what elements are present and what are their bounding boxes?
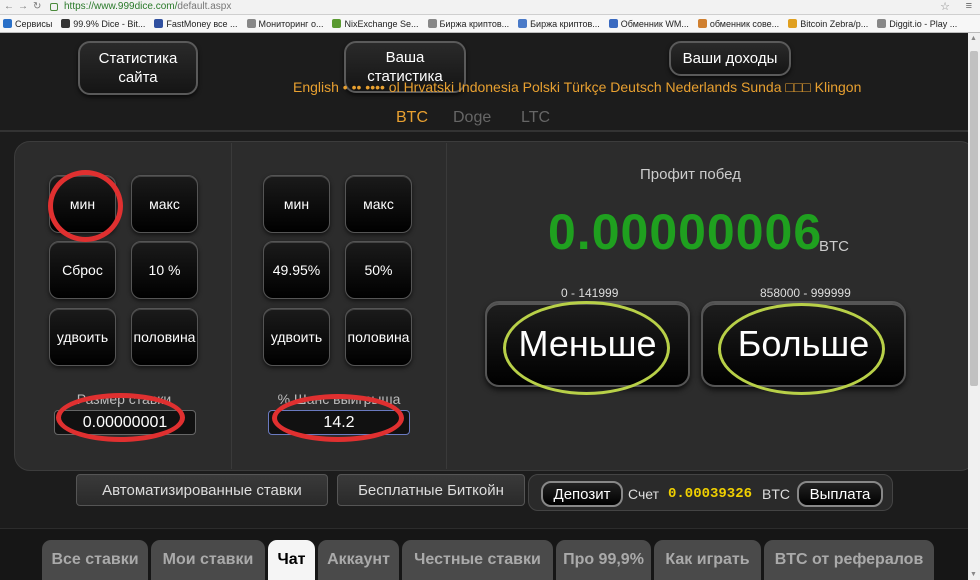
currency-tab-doge[interactable]: Doge bbox=[453, 109, 491, 127]
chance-50-button[interactable]: 50% bbox=[345, 241, 412, 299]
low-range: 0 - 141999 bbox=[561, 286, 619, 300]
bookmark-item[interactable]: Мониторинг о... bbox=[246, 18, 324, 29]
bookmark-item[interactable]: FastMoney все ... bbox=[154, 18, 238, 29]
bookmark-favicon-icon bbox=[154, 19, 164, 28]
scrollbar-thumb[interactable] bbox=[970, 51, 978, 386]
bookmark-item[interactable]: Сервисы bbox=[3, 19, 52, 29]
bookmark-label: Биржа криптов... bbox=[439, 18, 510, 29]
bookmark-label: Мониторинг о... bbox=[258, 18, 324, 29]
panel-divider bbox=[231, 143, 232, 469]
tab-chat[interactable]: Чат bbox=[268, 540, 315, 580]
site-stats-label: Статистика сайта bbox=[98, 49, 178, 87]
browser-address-bar: ← → ↻ https://www.999dice.com/default.as… bbox=[0, 0, 980, 15]
roll-low-button[interactable]: Меньше bbox=[485, 301, 690, 387]
url-path: default.aspx bbox=[177, 1, 232, 12]
bookmark-item[interactable]: Обменник WM... bbox=[608, 18, 689, 29]
bookmark-item[interactable]: Биржа криптов... bbox=[518, 19, 600, 29]
bookmark-favicon-icon bbox=[697, 19, 707, 28]
tab-about[interactable]: Про 99,9% bbox=[556, 540, 651, 580]
currency-tab-btc[interactable]: BTC bbox=[396, 109, 428, 127]
balance-value: 0.00039326 bbox=[668, 486, 753, 502]
tab-account[interactable]: Аккаунт bbox=[318, 540, 399, 580]
bet-max-button[interactable]: макс bbox=[131, 175, 198, 233]
bookmark-item[interactable]: 99.9% Dice - Bit... bbox=[61, 19, 145, 29]
withdraw-button[interactable]: Выплата bbox=[797, 481, 883, 507]
chance-min-button[interactable]: мин bbox=[263, 175, 330, 233]
bookmark-label: 99.9% Dice - Bit... bbox=[73, 18, 146, 29]
language-list[interactable]: English • •• •••• ol Hrvatski Indonesia … bbox=[293, 79, 861, 95]
chance-label: % Шанс выигрыша bbox=[277, 391, 401, 407]
bookmark-label: обменник сове... bbox=[709, 18, 780, 29]
tab-my-bets[interactable]: Мои ставки bbox=[151, 540, 265, 580]
scroll-up-icon[interactable]: ▲ bbox=[970, 35, 977, 42]
chance-half-button[interactable]: половина bbox=[345, 308, 412, 366]
bookmark-label: Обменник WM... bbox=[620, 18, 689, 29]
bookmark-label: Сервисы bbox=[15, 18, 53, 29]
bookmark-favicon-icon bbox=[246, 19, 256, 28]
roll-high-button[interactable]: Больше bbox=[701, 301, 906, 387]
bet-double-button[interactable]: удвоить bbox=[49, 308, 116, 366]
balance-label: Счет bbox=[628, 486, 659, 502]
bet-ten-percent-button[interactable]: 10 % bbox=[131, 241, 198, 299]
chance-double-button[interactable]: удвоить bbox=[263, 308, 330, 366]
bet-min-button[interactable]: мин bbox=[49, 175, 116, 233]
reload-icon[interactable]: ↻ bbox=[33, 1, 41, 12]
your-income-button[interactable]: Ваши доходы bbox=[669, 41, 791, 76]
url-host: https://www.999dice.com/ bbox=[64, 1, 178, 12]
chance-input[interactable] bbox=[268, 410, 410, 435]
back-icon[interactable]: ← bbox=[4, 1, 14, 12]
bookmark-favicon-icon bbox=[3, 19, 12, 28]
bookmark-item[interactable]: NixExchange Se... bbox=[332, 18, 419, 29]
bet-reset-button[interactable]: Сброс bbox=[49, 241, 116, 299]
profit-label: Профит побед bbox=[640, 166, 741, 183]
bookmark-favicon-icon bbox=[877, 19, 887, 28]
tab-referrals[interactable]: BTC от рефералов bbox=[764, 540, 934, 580]
bet-size-label: Размер ставки bbox=[76, 391, 172, 407]
bookmark-item[interactable]: Bitcoin Zebra/p... bbox=[788, 19, 868, 29]
currency-tab-ltc[interactable]: LTC bbox=[521, 109, 550, 127]
bookmarks-bar: Сервисы 99.9% Dice - Bit... FastMoney все … bbox=[0, 15, 980, 33]
tab-all-bets[interactable]: Все ставки bbox=[42, 540, 148, 580]
bookmark-item[interactable]: обменник сове... bbox=[697, 18, 780, 29]
bookmark-star-icon[interactable]: ☆ bbox=[940, 0, 950, 13]
bookmark-item[interactable]: Diggit.io - Play ... bbox=[877, 19, 957, 29]
bookmark-item[interactable]: Биржа криптов... bbox=[427, 18, 510, 29]
bookmark-favicon-icon bbox=[332, 19, 342, 28]
bookmark-label: Биржа криптов... bbox=[530, 18, 600, 29]
bookmark-favicon-icon bbox=[61, 19, 71, 28]
bookmark-label: Diggit.io - Play ... bbox=[889, 18, 958, 29]
chance-4995-button[interactable]: 49.95% bbox=[263, 241, 330, 299]
tab-how-to-play[interactable]: Как играть bbox=[654, 540, 761, 580]
bet-half-button[interactable]: половина bbox=[131, 308, 198, 366]
bookmark-favicon-icon bbox=[427, 19, 437, 28]
panel-divider bbox=[446, 143, 447, 469]
bookmark-favicon-icon bbox=[608, 19, 618, 28]
free-btc-button[interactable]: Бесплатные Биткойн bbox=[337, 474, 525, 506]
url-field[interactable]: https://www.999dice.com/default.aspx bbox=[64, 1, 231, 12]
header-divider bbox=[0, 130, 968, 132]
bookmark-favicon-icon bbox=[518, 19, 528, 28]
site-stats-button[interactable]: Статистика сайта bbox=[78, 41, 198, 95]
browser-menu-icon[interactable]: ≡ bbox=[966, 0, 972, 12]
bookmark-label: Bitcoin Zebra/p... bbox=[800, 18, 869, 29]
scroll-down-icon[interactable]: ▼ bbox=[970, 571, 977, 578]
high-range: 858000 - 999999 bbox=[760, 286, 851, 300]
forward-icon[interactable]: → bbox=[18, 1, 28, 12]
profit-unit: BTC bbox=[819, 238, 849, 255]
your-income-label: Ваши доходы bbox=[682, 49, 778, 67]
tab-fair-bets[interactable]: Честные ставки bbox=[402, 540, 553, 580]
bookmark-label: NixExchange Se... bbox=[344, 18, 419, 29]
page-scrollbar[interactable]: ▲ ▼ bbox=[968, 33, 980, 580]
bet-size-input[interactable] bbox=[54, 410, 196, 435]
page-content: Статистика сайта Ваша статистика Ваши до… bbox=[0, 33, 968, 580]
bookmark-label: FastMoney все ... bbox=[166, 18, 238, 29]
deposit-button[interactable]: Депозит bbox=[541, 481, 623, 507]
auto-bets-button[interactable]: Автоматизированные ставки bbox=[76, 474, 328, 506]
chance-max-button[interactable]: макс bbox=[345, 175, 412, 233]
lock-icon bbox=[50, 3, 58, 11]
bookmark-favicon-icon bbox=[788, 19, 798, 28]
profit-value: 0.00000006 bbox=[548, 204, 823, 260]
balance-unit: BTC bbox=[762, 486, 790, 502]
